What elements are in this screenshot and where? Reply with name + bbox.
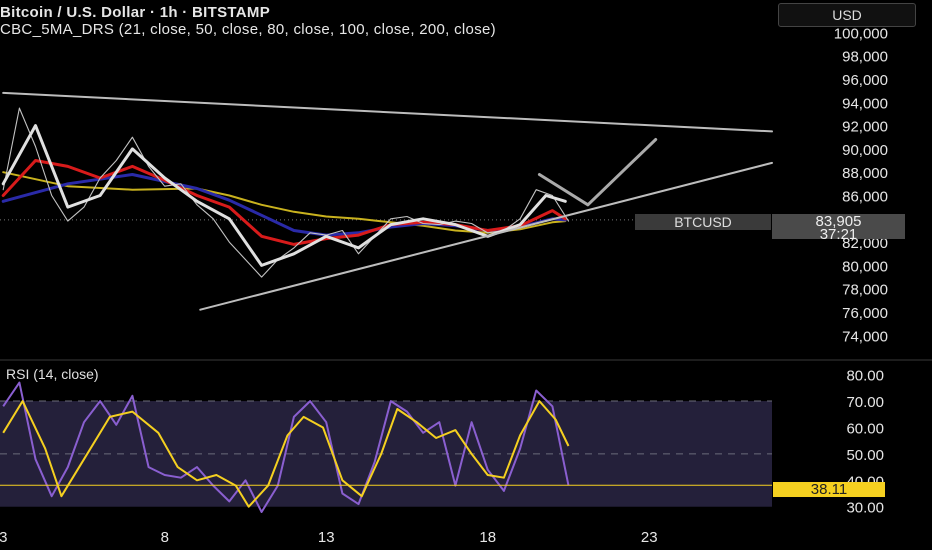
rsi-value-tag: 38.11	[773, 482, 885, 497]
price-tick-label: 86,000	[842, 188, 888, 205]
price-tick-label: 98,000	[842, 49, 888, 66]
bar-countdown: 37:21	[819, 226, 858, 243]
price-series-projection	[537, 138, 658, 207]
time-tick-label: 8	[161, 529, 169, 546]
time-tick-label: 18	[479, 529, 496, 546]
price-series-ma80	[1, 173, 567, 237]
last-price-tag: 83,905 37:21	[772, 214, 905, 243]
time-tick-label: 13	[318, 529, 335, 546]
indicator-legend: CBC_5MA_DRS (21, close, 50, close, 80, c…	[0, 21, 496, 38]
price-tick-label: 92,000	[842, 119, 888, 136]
price-tick-label: 90,000	[842, 142, 888, 159]
rsi-tick-label: 70.00	[846, 394, 884, 411]
price-tick-label: 88,000	[842, 165, 888, 182]
time-tick-label: 3	[0, 529, 7, 546]
rsi-title: RSI (14, close)	[6, 366, 99, 382]
price-series-upper-trendline	[2, 91, 773, 133]
price-tick-label: 96,000	[842, 72, 888, 89]
symbol-price-label: BTCUSD	[635, 214, 771, 230]
price-tick-label: 74,000	[842, 328, 888, 345]
price-tick-label: 100,000	[834, 25, 888, 42]
rsi-tick-label: 30.00	[846, 500, 884, 517]
chart-canvas: 74,00076,00078,00080,00082,00084,00086,0…	[0, 25, 932, 546]
price-tick-label: 94,000	[842, 95, 888, 112]
chart-title: Bitcoin / U.S. Dollar · 1h · BITSTAMP	[0, 4, 270, 21]
price-series-lower-trendline	[199, 161, 773, 311]
price-tick-label: 78,000	[842, 282, 888, 299]
time-tick-label: 23	[641, 529, 658, 546]
rsi-tick-label: 60.00	[846, 420, 884, 437]
price-series-close	[2, 107, 570, 278]
price-tick-label: 80,000	[842, 258, 888, 275]
price-tick-label: 76,000	[842, 305, 888, 322]
rsi-tick-label: 80.00	[846, 368, 884, 385]
price-series-ma21	[1, 124, 567, 267]
rsi-tick-label: 50.00	[846, 447, 884, 464]
currency-selector[interactable]: USD	[778, 3, 916, 27]
